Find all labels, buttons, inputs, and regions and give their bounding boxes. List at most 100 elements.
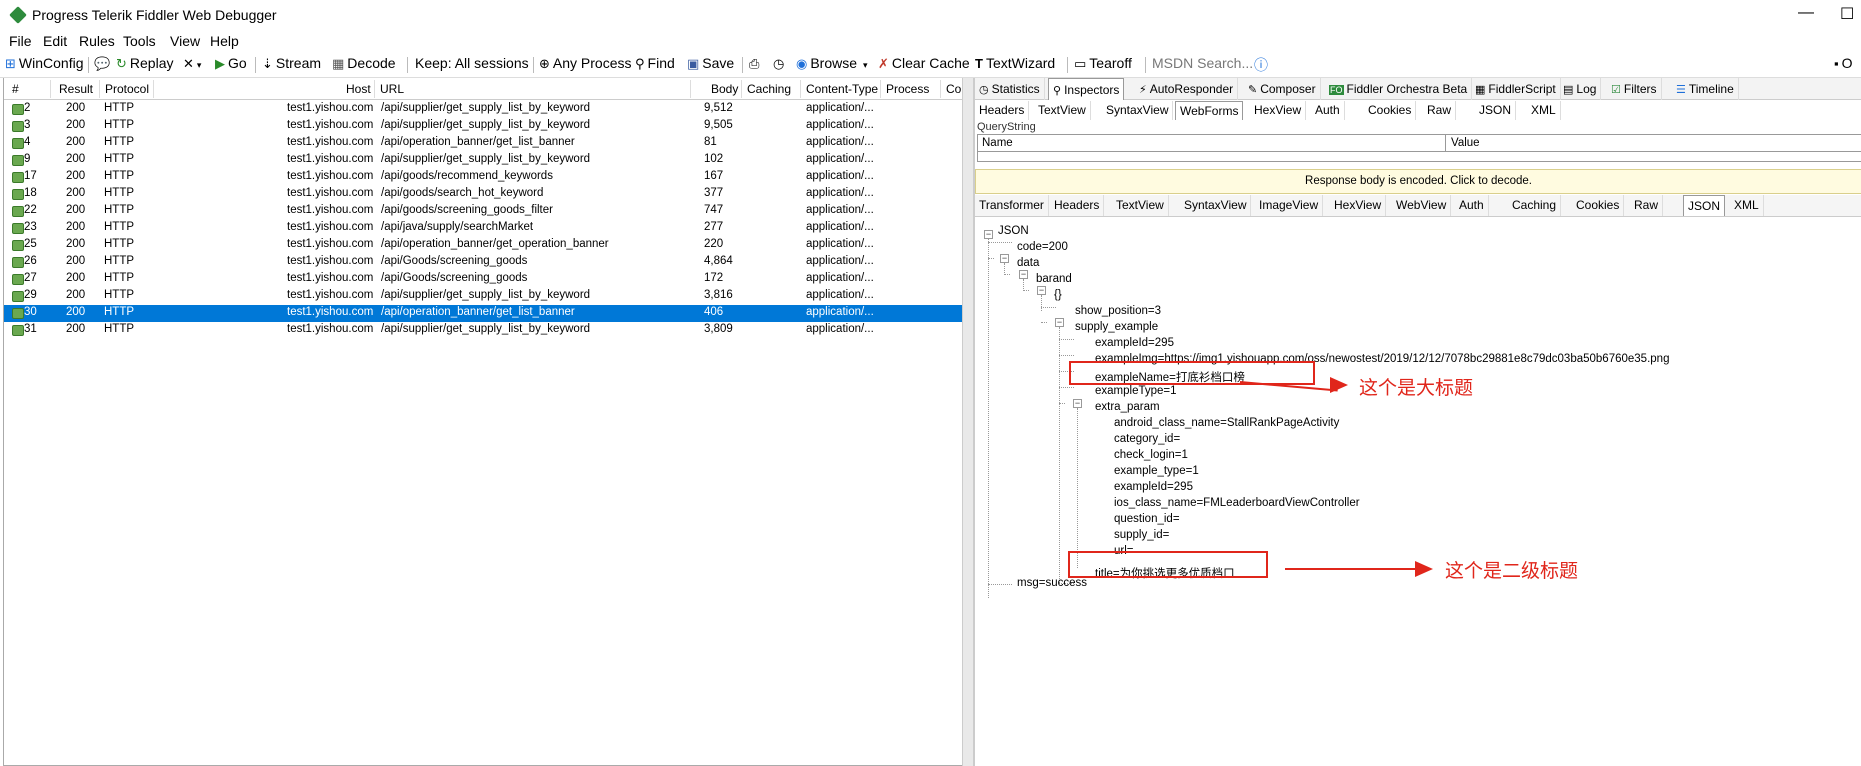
tab-statistics[interactable]: ◷ Statistics [975, 78, 1045, 100]
process-filter-button[interactable]: ⊕ Any Process [539, 55, 632, 72]
tree-node-example-type[interactable]: exampleType=1 [1095, 385, 1177, 397]
menu-file[interactable]: File [9, 33, 32, 49]
resp-tab-syntaxview[interactable]: SyntaxView [1180, 195, 1252, 216]
req-tab-headers[interactable]: Headers [975, 101, 1030, 120]
table-row[interactable]: 27 200 HTTP test1.yishou.com/api/Goods/scre… [4, 271, 962, 288]
collapse-data-node[interactable]: − [1000, 254, 1009, 263]
tree-node-example-id[interactable]: exampleId=295 [1095, 337, 1174, 349]
col-caching[interactable]: Caching [747, 82, 791, 96]
resp-tab-headers[interactable]: Headers [1050, 195, 1105, 216]
tree-node-object[interactable]: {} [1054, 289, 1062, 301]
col-content-type[interactable]: Content-Type [806, 82, 878, 96]
tree-node-extra-param[interactable]: extra_param [1095, 401, 1160, 413]
minimize-button[interactable]: — [1798, 4, 1814, 22]
resp-tab-transformer[interactable]: Transformer [975, 195, 1049, 216]
menu-rules[interactable]: Rules [79, 33, 115, 49]
table-row[interactable]: 23 200 HTTP test1.yishou.com/api/java/suppl… [4, 220, 962, 237]
tree-node-msg[interactable]: msg=success [1017, 577, 1087, 589]
req-tab-webforms[interactable]: WebForms [1175, 101, 1244, 120]
collapse-supply-example-node[interactable]: − [1055, 318, 1064, 327]
tree-node-example-id-param[interactable]: exampleId=295 [1114, 481, 1193, 493]
req-tab-json[interactable]: JSON [1475, 101, 1517, 120]
col-comments[interactable]: Cor [946, 82, 962, 96]
comment-button[interactable]: 💬 [94, 55, 113, 72]
menu-view[interactable]: View [170, 33, 200, 49]
col-url[interactable]: URL [380, 82, 404, 96]
req-tab-textview[interactable]: TextView [1034, 101, 1091, 120]
table-row[interactable]: 2 200 HTTP test1.yishou.com/api/supplier/ge… [4, 101, 962, 118]
col-number[interactable]: # [12, 82, 19, 96]
decode-notice-bar[interactable]: Response body is encoded. Click to decod… [975, 169, 1861, 194]
menu-edit[interactable]: Edit [43, 33, 67, 49]
tree-node-ios-class[interactable]: ios_class_name=FMLeaderboardViewControll… [1114, 497, 1360, 509]
table-row[interactable]: 31 200 HTTP test1.yishou.com/api/supplier/g… [4, 322, 962, 339]
table-row[interactable]: 3 200 HTTP test1.yishou.com/api/supplier/ge… [4, 118, 962, 135]
tree-node-category-id[interactable]: category_id= [1114, 433, 1180, 445]
req-tab-raw[interactable]: Raw [1423, 101, 1457, 120]
resp-tab-webview[interactable]: WebView [1392, 195, 1452, 216]
col-result[interactable]: Result [59, 82, 93, 96]
table-row[interactable]: 25 200 HTTP test1.yishou.com/api/operation_… [4, 237, 962, 254]
req-tab-cookies[interactable]: Cookies [1364, 101, 1417, 120]
req-tab-hexview[interactable]: HexView [1250, 101, 1307, 120]
keep-sessions-dropdown[interactable]: Keep: All sessions [415, 55, 529, 71]
help-icon[interactable]: ⓘ [1254, 55, 1268, 75]
tree-node-code[interactable]: code=200 [1017, 241, 1068, 253]
tab-inspectors[interactable]: ⚲ Inspectors [1048, 78, 1125, 100]
tree-node-data[interactable]: data [1017, 257, 1039, 269]
pane-splitter[interactable] [962, 78, 974, 766]
find-button[interactable]: ⚲ Find [635, 55, 675, 72]
menu-tools[interactable]: Tools [123, 33, 156, 49]
collapse-extra-param-node[interactable]: − [1073, 399, 1082, 408]
collapse-json-node[interactable]: − [984, 230, 993, 239]
tab-log[interactable]: ▤ Log [1559, 78, 1602, 100]
msdn-search-input[interactable]: MSDN Search... [1152, 55, 1253, 71]
col-host[interactable]: Host [346, 82, 371, 96]
remove-button[interactable]: ✕ ▾ [183, 55, 201, 72]
tab-filters[interactable]: ☑ Filters [1607, 78, 1662, 100]
resp-tab-auth[interactable]: Auth [1455, 195, 1489, 216]
collapse-barand-node[interactable]: − [1019, 270, 1028, 279]
table-row[interactable]: 29 200 HTTP test1.yishou.com/api/supplier/g… [4, 288, 962, 305]
tab-autoresponder[interactable]: ⚡ AutoResponder [1135, 78, 1239, 100]
tree-node-example-type-param[interactable]: example_type=1 [1114, 465, 1199, 477]
qs-col-value[interactable]: Value [1451, 137, 1480, 149]
stream-button[interactable]: ⇣ Stream [262, 55, 321, 72]
tree-node-question-id[interactable]: question_id= [1114, 513, 1180, 525]
col-body[interactable]: Body [711, 82, 738, 96]
resp-tab-caching[interactable]: Caching [1508, 195, 1562, 216]
tree-node-barand[interactable]: barand [1036, 273, 1072, 285]
col-process[interactable]: Process [886, 82, 929, 96]
tab-timeline[interactable]: ☰ Timeline [1672, 78, 1739, 100]
collapse-object-node[interactable]: − [1037, 286, 1046, 295]
resp-tab-xml[interactable]: XML [1730, 195, 1764, 216]
resp-tab-json[interactable]: JSON [1683, 195, 1726, 216]
tab-composer[interactable]: ✎ Composer [1244, 78, 1321, 100]
req-tab-auth[interactable]: Auth [1311, 101, 1345, 120]
resp-tab-raw[interactable]: Raw [1630, 195, 1664, 216]
tree-node-show-position[interactable]: show_position=3 [1075, 305, 1161, 317]
col-protocol[interactable]: Protocol [105, 82, 149, 96]
tab-fiddlerscript[interactable]: ▦ FiddlerScript [1471, 78, 1561, 100]
table-row[interactable]: 30 200 HTTP test1.yishou.com/api/operation_… [4, 305, 962, 322]
winconfig-button[interactable]: ⊞ WinConfig [5, 55, 84, 72]
req-tab-syntaxview[interactable]: SyntaxView [1102, 101, 1174, 120]
table-row[interactable]: 22 200 HTTP test1.yishou.com/api/goods/scre… [4, 203, 962, 220]
table-row[interactable]: 18 200 HTTP test1.yishou.com/api/goods/sear… [4, 186, 962, 203]
go-button[interactable]: ▶ Go [215, 55, 247, 72]
tab-orchestra[interactable]: FO Fiddler Orchestra Beta [1325, 78, 1473, 100]
tree-node-json[interactable]: JSON [998, 225, 1029, 237]
textwizard-button[interactable]: T TextWizard [975, 55, 1055, 71]
tree-node-supply-id[interactable]: supply_id= [1114, 529, 1169, 541]
qs-col-name[interactable]: Name [982, 137, 1013, 149]
menu-help[interactable]: Help [210, 33, 239, 49]
replay-button[interactable]: ↻ Replay [116, 55, 174, 72]
resp-tab-cookies[interactable]: Cookies [1572, 195, 1625, 216]
tree-node-android-class[interactable]: android_class_name=StallRankPageActivity [1114, 417, 1339, 429]
tree-node-supply-example[interactable]: supply_example [1075, 321, 1158, 333]
timer-button[interactable]: ◷ [773, 55, 787, 72]
table-row[interactable]: 9 200 HTTP test1.yishou.com/api/supplier/ge… [4, 152, 962, 169]
table-row[interactable]: 4 200 HTTP test1.yishou.com/api/operation_b… [4, 135, 962, 152]
save-button[interactable]: ▣ Save [687, 55, 734, 72]
resp-tab-hexview[interactable]: HexView [1330, 195, 1387, 216]
